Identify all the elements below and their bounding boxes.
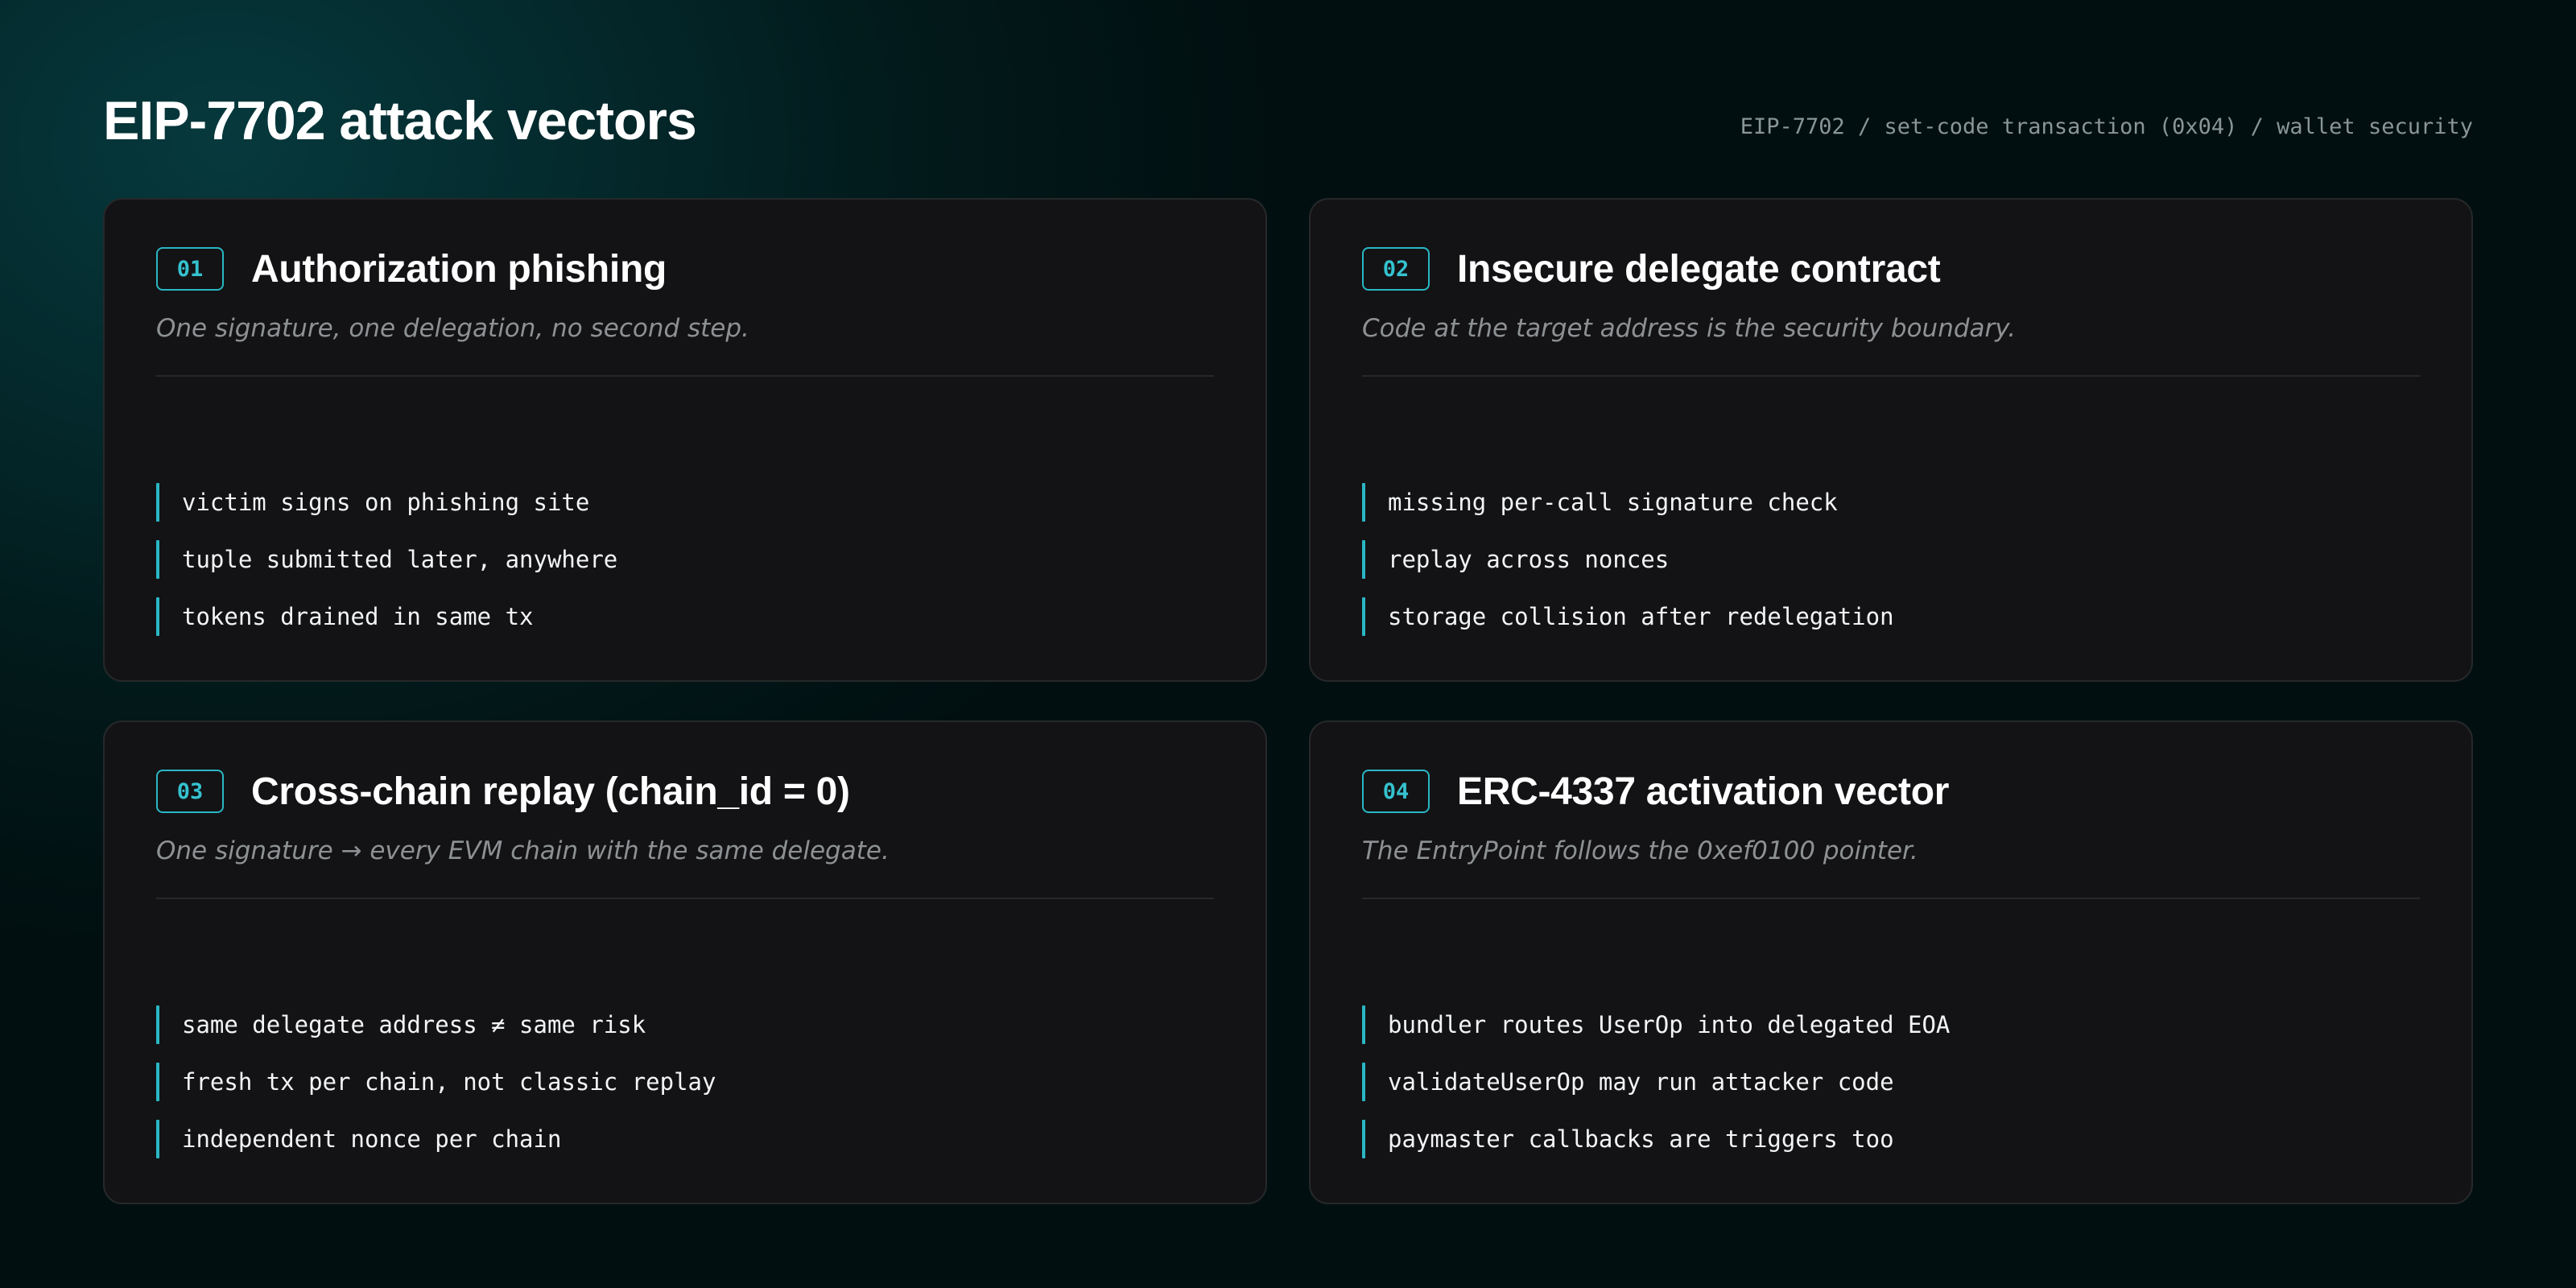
- page: EIP-7702 attack vectors EIP-7702 / set-c…: [103, 0, 2473, 1288]
- attack-vector-grid: 01 Authorization phishing One signature,…: [103, 198, 2473, 1204]
- accent-bar: [1362, 1005, 1365, 1044]
- card-insecure-delegate-contract: 02 Insecure delegate contract Code at th…: [1309, 198, 2473, 682]
- card-subtitle: One signature → every EVM chain with the…: [156, 836, 890, 865]
- page-title: EIP-7702 attack vectors: [103, 90, 697, 151]
- breadcrumb: EIP-7702 / set-code transaction (0x04) /…: [1740, 114, 2473, 139]
- card-header: 04 ERC-4337 activation vector: [1362, 767, 2420, 815]
- accent-bar: [1362, 597, 1365, 636]
- list-item-text: paymaster callbacks are triggers too: [1388, 1125, 1894, 1153]
- card-number-badge: 04: [1362, 770, 1430, 813]
- accent-bar: [156, 540, 159, 579]
- card-item-list: missing per-call signature check replay …: [1362, 483, 2420, 654]
- card-divider: [1362, 898, 2420, 899]
- card-subtitle: One signature, one delegation, no second…: [156, 314, 749, 343]
- header: EIP-7702 attack vectors EIP-7702 / set-c…: [103, 89, 2473, 153]
- card-header: 02 Insecure delegate contract: [1362, 245, 2420, 293]
- list-item-text: missing per-call signature check: [1388, 489, 1838, 516]
- list-item: fresh tx per chain, not classic replay: [156, 1063, 1214, 1101]
- list-item: independent nonce per chain: [156, 1120, 1214, 1158]
- card-title: ERC-4337 activation vector: [1457, 770, 1950, 813]
- list-item-text: bundler routes UserOp into delegated EOA: [1388, 1011, 1951, 1038]
- card-subtitle: The EntryPoint follows the 0xef0100 poin…: [1362, 836, 1918, 865]
- card-header: 01 Authorization phishing: [156, 245, 1214, 293]
- card-number-badge: 02: [1362, 247, 1430, 291]
- card-cross-chain-replay: 03 Cross-chain replay (chain_id = 0) One…: [103, 720, 1267, 1204]
- card-divider: [1362, 375, 2420, 377]
- list-item: replay across nonces: [1362, 540, 2420, 579]
- card-number-badge: 03: [156, 770, 224, 813]
- list-item-text: fresh tx per chain, not classic replay: [182, 1068, 716, 1096]
- list-item-text: validateUserOp may run attacker code: [1388, 1068, 1894, 1096]
- accent-bar: [156, 483, 159, 522]
- card-number-badge: 01: [156, 247, 224, 291]
- list-item-text: tuple submitted later, anywhere: [182, 546, 618, 573]
- list-item-text: storage collision after redelegation: [1388, 603, 1894, 630]
- list-item: validateUserOp may run attacker code: [1362, 1063, 2420, 1101]
- card-header: 03 Cross-chain replay (chain_id = 0): [156, 767, 1214, 815]
- list-item: tokens drained in same tx: [156, 597, 1214, 636]
- list-item: missing per-call signature check: [1362, 483, 2420, 522]
- card-item-list: bundler routes UserOp into delegated EOA…: [1362, 1005, 2420, 1177]
- list-item: tuple submitted later, anywhere: [156, 540, 1214, 579]
- list-item: victim signs on phishing site: [156, 483, 1214, 522]
- list-item: paymaster callbacks are triggers too: [1362, 1120, 2420, 1158]
- list-item: same delegate address ≠ same risk: [156, 1005, 1214, 1044]
- accent-bar: [156, 1005, 159, 1044]
- accent-bar: [156, 1120, 159, 1158]
- accent-bar: [1362, 483, 1365, 522]
- card-authorization-phishing: 01 Authorization phishing One signature,…: [103, 198, 1267, 682]
- card-title: Cross-chain replay (chain_id = 0): [251, 770, 850, 813]
- list-item-text: replay across nonces: [1388, 546, 1670, 573]
- card-divider: [156, 898, 1214, 899]
- accent-bar: [1362, 540, 1365, 579]
- card-title: Insecure delegate contract: [1457, 247, 1941, 291]
- accent-bar: [156, 597, 159, 636]
- card-erc-4337-activation-vector: 04 ERC-4337 activation vector The EntryP…: [1309, 720, 2473, 1204]
- card-item-list: victim signs on phishing site tuple subm…: [156, 483, 1214, 654]
- card-title: Authorization phishing: [251, 247, 667, 291]
- list-item-text: tokens drained in same tx: [182, 603, 534, 630]
- list-item-text: independent nonce per chain: [182, 1125, 562, 1153]
- list-item-text: same delegate address ≠ same risk: [182, 1011, 646, 1038]
- list-item: bundler routes UserOp into delegated EOA: [1362, 1005, 2420, 1044]
- accent-bar: [156, 1063, 159, 1101]
- accent-bar: [1362, 1063, 1365, 1101]
- accent-bar: [1362, 1120, 1365, 1158]
- card-subtitle: Code at the target address is the securi…: [1362, 314, 2017, 343]
- card-item-list: same delegate address ≠ same risk fresh …: [156, 1005, 1214, 1177]
- list-item-text: victim signs on phishing site: [182, 489, 590, 516]
- card-divider: [156, 375, 1214, 377]
- list-item: storage collision after redelegation: [1362, 597, 2420, 636]
